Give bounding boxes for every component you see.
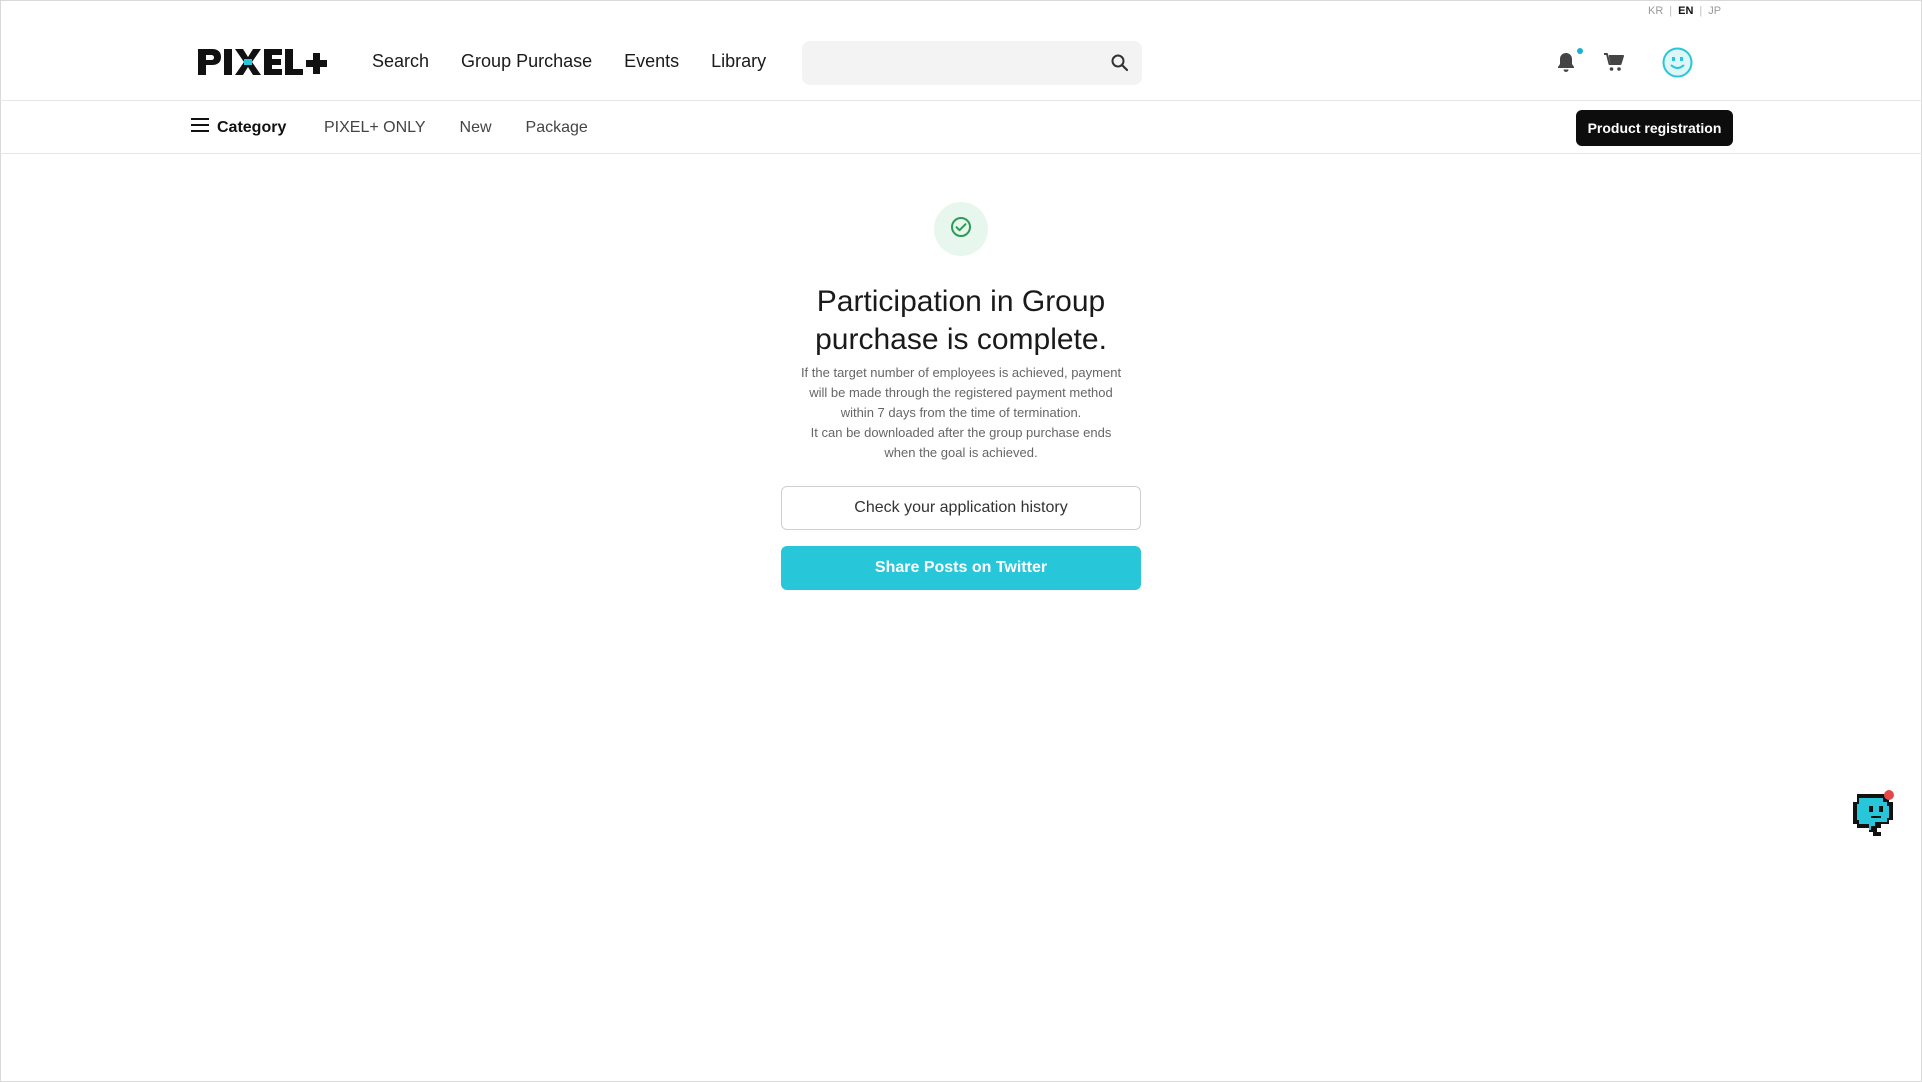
- product-registration-button[interactable]: Product registration: [1576, 110, 1733, 146]
- desc-line: It can be downloaded after the group pur…: [810, 425, 1112, 440]
- nav-group-purchase[interactable]: Group Purchase: [461, 51, 592, 72]
- nav-library[interactable]: Library: [711, 51, 766, 72]
- category-menu-button[interactable]: Category: [191, 118, 286, 137]
- search-input[interactable]: [802, 41, 1098, 85]
- category-label: Category: [217, 118, 287, 136]
- desc-line: within 7 days from the time of terminati…: [840, 405, 1082, 420]
- chat-mascot-icon: [1849, 790, 1897, 844]
- category-link-package[interactable]: Package: [526, 119, 588, 137]
- window-frame: [0, 0, 1922, 1082]
- chat-widget[interactable]: [1849, 788, 1897, 840]
- hamburger-icon: [191, 118, 209, 137]
- check-application-history-button[interactable]: Check your application history: [781, 486, 1141, 530]
- cart-icon[interactable]: [1600, 48, 1628, 76]
- nav-search[interactable]: Search: [372, 51, 429, 72]
- title-line-2: purchase is complete.: [815, 323, 1107, 356]
- top-header: Search Group Purchase Events Library: [0, 0, 1922, 101]
- success-badge: [934, 202, 988, 256]
- share-on-twitter-button[interactable]: Share Posts on Twitter: [781, 546, 1141, 590]
- category-links: PIXEL+ ONLY New Package: [324, 119, 588, 137]
- smiley-avatar-icon[interactable]: [1662, 47, 1693, 78]
- category-link-new[interactable]: New: [460, 119, 492, 137]
- title-line-1: Participation in Group: [816, 285, 1106, 318]
- bell-icon[interactable]: [1552, 48, 1580, 76]
- search-box: [802, 41, 1142, 85]
- desc-line: If the target number of employees is ach…: [800, 365, 1122, 380]
- category-bar: Category PIXEL+ ONLY New Package Product…: [0, 101, 1922, 154]
- desc-line: when the goal is achieved.: [884, 445, 1038, 460]
- main-nav: Search Group Purchase Events Library: [372, 51, 766, 72]
- category-link-pixel-only[interactable]: PIXEL+ ONLY: [324, 119, 426, 137]
- check-circle-icon: [950, 216, 972, 243]
- pixel-plus-logo[interactable]: [196, 44, 340, 80]
- nav-events[interactable]: Events: [624, 51, 679, 72]
- desc-line: will be made through the registered paym…: [809, 385, 1113, 400]
- confirmation-title: Participation in Group purchase is compl…: [761, 283, 1161, 359]
- confirmation-description: If the target number of employees is ach…: [777, 363, 1145, 463]
- search-icon[interactable]: [1098, 41, 1142, 85]
- notification-dot: [1577, 48, 1583, 54]
